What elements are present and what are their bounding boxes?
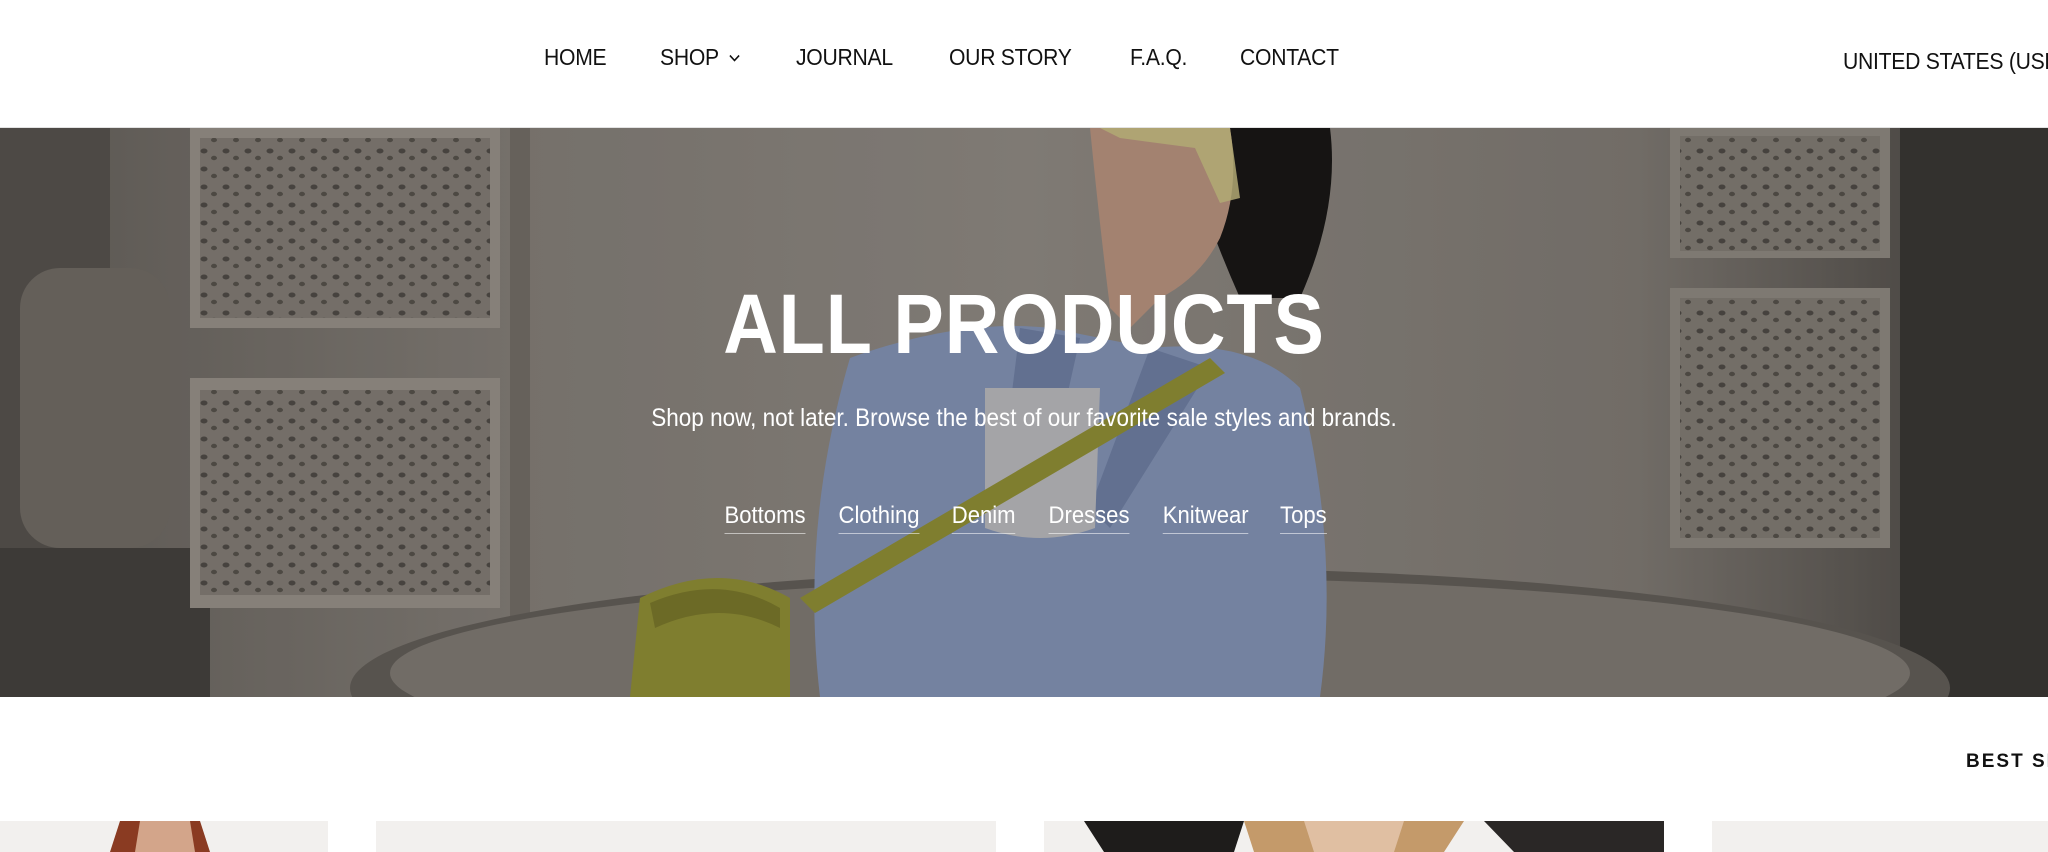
hero-subtitle: Shop now, not later. Browse the best of … <box>651 404 1397 432</box>
nav-shop-label: SHOP <box>659 44 719 70</box>
site-header: HOME SHOP JOURNAL OUR STORY F.A.Q. CONTA… <box>0 0 2048 128</box>
product-image <box>0 821 328 852</box>
nav-home-label: HOME <box>544 44 607 70</box>
product-card[interactable] <box>376 821 996 852</box>
nav-home[interactable]: HOME <box>544 44 607 71</box>
category-link-knitwear[interactable]: Knitwear <box>1162 502 1249 534</box>
category-link-dresses[interactable]: Dresses <box>1048 502 1130 534</box>
category-link-clothing[interactable]: Clothing <box>838 502 920 534</box>
nav-journal-label: JOURNAL <box>795 44 893 70</box>
nav-contact-label: CONTACT <box>1240 44 1340 70</box>
product-image <box>1712 821 2048 852</box>
sort-selector[interactable]: BEST SE <box>1966 751 2048 773</box>
chevron-down-icon <box>728 51 741 65</box>
category-link-bottoms[interactable]: Bottoms <box>724 502 806 534</box>
nav-journal[interactable]: JOURNAL <box>796 44 893 71</box>
product-image <box>1044 821 1664 852</box>
nav-faq-label: F.A.Q. <box>1130 44 1188 70</box>
product-card[interactable] <box>1712 821 2048 852</box>
nav-our-story[interactable]: OUR STORY <box>949 44 1072 71</box>
category-link-denim[interactable]: Denim <box>952 502 1016 534</box>
nav-contact[interactable]: CONTACT <box>1240 44 1339 71</box>
main-nav: HOME SHOP JOURNAL OUR STORY F.A.Q. CONTA… <box>544 44 1396 71</box>
country-selector[interactable]: UNITED STATES (USD <box>1843 48 2048 75</box>
category-link-tops[interactable]: Tops <box>1280 502 1327 534</box>
category-links: Bottoms Clothing Denim Dresses Knitwear … <box>0 502 2048 534</box>
product-card[interactable] <box>0 821 328 852</box>
hero-banner: ALL PRODUCTS Shop now, not later. Browse… <box>0 128 2048 697</box>
page-title: ALL PRODUCTS <box>723 277 1325 371</box>
nav-shop[interactable]: SHOP <box>660 44 741 71</box>
product-card[interactable] <box>1044 821 1664 852</box>
nav-our-story-label: OUR STORY <box>949 44 1072 70</box>
product-image <box>376 821 996 852</box>
nav-faq[interactable]: F.A.Q. <box>1130 44 1187 71</box>
